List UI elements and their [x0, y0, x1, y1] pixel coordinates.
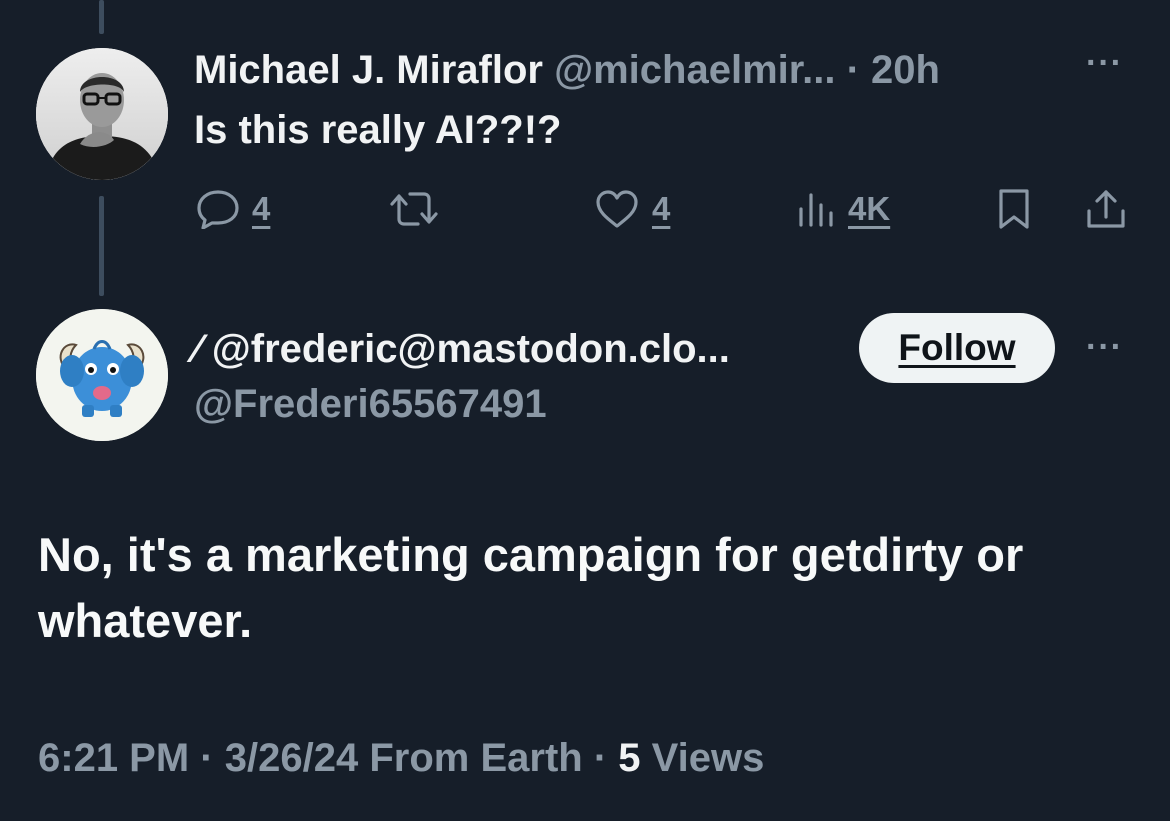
reply-button[interactable]: 4	[196, 186, 270, 232]
tweet-thread: Michael J. Miraflor @michaelmir... · 20h…	[0, 0, 1170, 821]
retweet-icon	[388, 189, 440, 229]
reply-icon	[196, 189, 240, 229]
post-date[interactable]: 3/26/24	[225, 736, 358, 780]
thread-connector-line	[99, 196, 104, 296]
views-button[interactable]: 4K	[796, 186, 890, 232]
views-count[interactable]: 4K	[848, 190, 890, 228]
separator-dot: ·	[593, 736, 608, 780]
thread-connector-line	[99, 0, 104, 34]
like-count[interactable]: 4	[652, 190, 670, 228]
author-name[interactable]: Michael J. Miraflor	[194, 48, 543, 92]
views-count[interactable]: 5	[618, 736, 640, 780]
reply-count[interactable]: 4	[252, 190, 270, 228]
bookmark-button[interactable]	[994, 186, 1034, 232]
separator-dot: ·	[846, 48, 860, 92]
follow-button[interactable]: Follow	[859, 313, 1055, 383]
more-icon[interactable]: ···	[1086, 46, 1123, 80]
author-handle[interactable]: @michaelmir...	[554, 48, 835, 92]
share-button[interactable]	[1084, 186, 1128, 232]
post-source: From Earth	[369, 736, 583, 780]
share-icon	[1084, 187, 1128, 231]
separator-dot: ·	[200, 736, 214, 780]
post-time[interactable]: 6:21 PM	[38, 736, 189, 780]
like-icon	[594, 189, 640, 229]
reply-text: No, it's a marketing campaign for getdir…	[38, 528, 1024, 647]
reply-author-name[interactable]: ⁄ @frederic@mastodon.clo...	[194, 323, 730, 375]
avatar-michael[interactable]	[36, 48, 168, 180]
reply-author-handle[interactable]: @Frederi65567491	[194, 379, 547, 429]
tweet-text: Is this really AI??!?	[194, 108, 562, 152]
tweet-header: Michael J. Miraflor @michaelmir... · 20h	[194, 44, 1054, 96]
retweet-button[interactable]	[388, 186, 440, 232]
bookmark-icon	[994, 187, 1034, 231]
avatar-frederic[interactable]	[36, 309, 168, 441]
more-icon[interactable]: ···	[1086, 330, 1123, 364]
views-label[interactable]: Views	[652, 736, 765, 780]
views-icon	[796, 189, 836, 229]
tweet-time[interactable]: 20h	[871, 48, 940, 92]
like-button[interactable]: 4	[594, 186, 670, 232]
tweet-meta: 6:21 PM · 3/26/24 From Earth · 5 Views	[38, 732, 764, 784]
